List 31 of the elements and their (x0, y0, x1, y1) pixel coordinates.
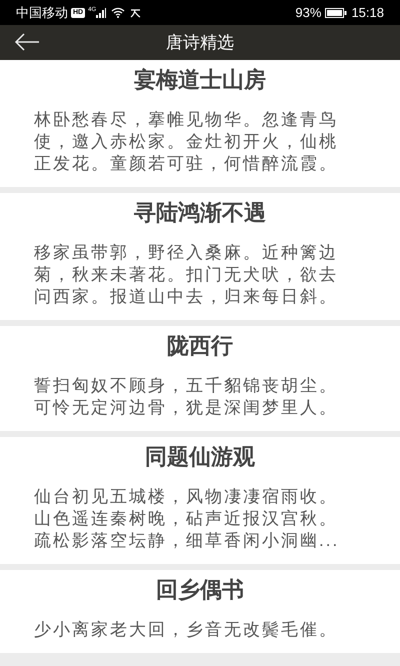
wifi-icon (111, 7, 126, 18)
back-button[interactable] (14, 33, 40, 51)
poem-card[interactable]: 寻陆鸿渐不遇 移家虽带郭，野径入桑麻。近种篱边 菊，秋来未著花。扣门无犬吠，欲去 问西家。报道山中去，归来每日斜。 (0, 193, 400, 320)
poem-title: 回乡偶书 (156, 576, 244, 604)
page-title: 唐诗精选 (166, 32, 234, 54)
battery-percent: 93% (295, 4, 322, 22)
poem-line: 使，邀入赤松家。金灶初开火，仙桃 (34, 131, 339, 153)
poem-line: 林卧愁春尽，搴帷见物华。忽逢青鸟 (34, 109, 339, 131)
poem-title: 宴梅道士山房 (134, 66, 266, 94)
poem-line: 问西家。报道山中去，归来每日斜。 (34, 286, 339, 308)
poem-title: 陇西行 (167, 332, 233, 360)
poem-card[interactable]: 回乡偶书 少小离家老大回，乡音无改鬓毛催。 (0, 570, 400, 653)
poem-line: 移家虽带郭，野径入桑麻。近种篱边 (34, 242, 339, 264)
poem-card[interactable]: 同题仙游观 仙台初见五城楼，风物凄凄宿雨收。 山色遥连秦树晚，砧声近报汉宫秋。 疏松影落空坛静，细草香闲小洞幽... (0, 437, 400, 564)
notification-icon (130, 8, 142, 18)
poem-line: 少小离家老大回，乡音无改鬓毛催。 (34, 619, 339, 641)
poem-card[interactable]: 宴梅道士山房 林卧愁春尽，搴帷见物华。忽逢青鸟 使，邀入赤松家。金灶初开火，仙桃 正发花。童颜若可驻，何惜醉流霞。 (0, 60, 400, 187)
poem-line: 可怜无定河边骨，犹是深闺梦里人。 (34, 397, 339, 419)
battery-icon (325, 8, 348, 18)
clock-time: 15:18 (351, 4, 384, 22)
poem-line: 菊，秋来未著花。扣门无犬吠，欲去 (34, 264, 339, 286)
poem-line: 山色遥连秦树晚，砧声近报汉宫秋。 (34, 508, 339, 530)
poem-line: 誓扫匈奴不顾身，五千貂锦丧胡尘。 (34, 375, 339, 397)
poem-line: 疏松影落空坛静，细草香闲小洞幽... (34, 530, 340, 552)
poem-title: 同题仙游观 (145, 443, 255, 471)
carrier-name: 中国移动 (16, 4, 68, 22)
poem-line: 正发花。童颜若可驻，何惜醉流霞。 (34, 153, 339, 175)
poem-line: 仙台初见五城楼，风物凄凄宿雨收。 (34, 486, 339, 508)
poem-title: 寻陆鸿渐不遇 (134, 199, 266, 227)
signal-icon (96, 8, 106, 18)
poem-card[interactable]: 陇西行 誓扫匈奴不顾身，五千貂锦丧胡尘。 可怜无定河边骨，犹是深闺梦里人。 (0, 326, 400, 431)
